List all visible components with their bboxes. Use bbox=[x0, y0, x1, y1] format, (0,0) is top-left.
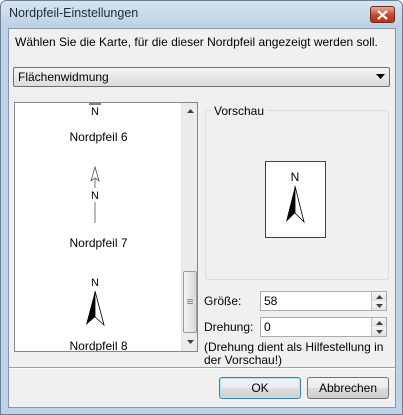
separator bbox=[9, 367, 395, 369]
rotation-value: 0 bbox=[264, 320, 271, 334]
rotation-increment-button[interactable] bbox=[371, 318, 386, 327]
north-arrow-6-icon: N bbox=[89, 103, 101, 118]
north-arrow-list-content: N Nordpfeil 6 N Nordpfeil 7 N Nordpfeil … bbox=[15, 103, 182, 351]
arrow-up-icon bbox=[375, 320, 383, 325]
size-spin-buttons bbox=[371, 292, 386, 310]
rotation-label: Drehung: bbox=[204, 320, 254, 334]
ok-button-label: OK bbox=[251, 381, 269, 395]
preview-legend: Vorschau bbox=[211, 104, 268, 118]
map-select-value: Flächenwidmung bbox=[18, 70, 109, 84]
size-spinbox[interactable]: 58 bbox=[260, 291, 387, 311]
size-label: Größe: bbox=[204, 294, 242, 308]
north-arrow-8-icon: N bbox=[86, 277, 105, 327]
rotation-hint: (Drehung dient als Hilfestellung in der … bbox=[204, 340, 384, 367]
cancel-button[interactable]: Abbrechen bbox=[307, 377, 389, 399]
size-decrement-button[interactable] bbox=[371, 301, 386, 310]
vertical-scrollbar[interactable] bbox=[181, 103, 197, 351]
size-increment-button[interactable] bbox=[371, 292, 386, 301]
arrow-down-icon bbox=[375, 329, 383, 334]
ok-button[interactable]: OK bbox=[219, 377, 301, 399]
dialog-body: Wählen Sie die Karte, für die dieser Nor… bbox=[8, 28, 396, 408]
preview-canvas: N bbox=[265, 161, 326, 238]
grip-line bbox=[187, 299, 193, 300]
svg-text:N: N bbox=[291, 170, 300, 184]
scroll-down-button[interactable] bbox=[182, 334, 197, 350]
north-arrow-list[interactable]: N Nordpfeil 6 N Nordpfeil 7 N Nordpfeil … bbox=[14, 102, 198, 352]
north-arrow-preview-icon: N bbox=[286, 170, 305, 224]
list-item-north-arrow-8[interactable]: N Nordpfeil 8 bbox=[15, 273, 182, 351]
arrow-up-icon bbox=[186, 109, 194, 113]
grip-line bbox=[187, 301, 193, 302]
cancel-button-label: Abbrechen bbox=[318, 381, 378, 395]
list-item-north-arrow-6[interactable]: N Nordpfeil 6 bbox=[15, 103, 182, 147]
instruction-text: Wählen Sie die Karte, für die dieser Nor… bbox=[15, 35, 378, 49]
title-bar[interactable]: Nordpfeil-Einstellungen bbox=[1, 1, 402, 27]
svg-text:N: N bbox=[91, 277, 99, 289]
scroll-thumb[interactable] bbox=[183, 271, 197, 333]
north-arrow-7-label: Nordpfeil 7 bbox=[69, 236, 128, 250]
north-arrow-6-label: Nordpfeil 6 bbox=[69, 130, 128, 144]
north-arrow-7-icon: N bbox=[90, 165, 100, 223]
dialog-window: Nordpfeil-Einstellungen Wählen Sie die K… bbox=[0, 0, 403, 415]
arrow-down-icon bbox=[186, 340, 194, 344]
rotation-spin-buttons bbox=[371, 318, 386, 336]
rotation-decrement-button[interactable] bbox=[371, 327, 386, 336]
window-title: Nordpfeil-Einstellungen bbox=[9, 6, 139, 20]
list-item-north-arrow-7[interactable]: N Nordpfeil 7 bbox=[15, 161, 182, 250]
arrow-up-icon bbox=[375, 294, 383, 299]
svg-text:N: N bbox=[91, 106, 99, 118]
svg-text:N: N bbox=[91, 190, 99, 202]
arrow-down-icon bbox=[375, 303, 383, 308]
size-value: 58 bbox=[264, 294, 278, 308]
close-button[interactable] bbox=[370, 6, 395, 23]
rotation-spinbox[interactable]: 0 bbox=[260, 317, 387, 337]
close-icon bbox=[377, 9, 388, 20]
scroll-up-button[interactable] bbox=[182, 103, 197, 119]
north-arrow-8-label: Nordpfeil 8 bbox=[69, 339, 128, 352]
chevron-down-icon bbox=[376, 74, 385, 79]
map-select-dropdown[interactable]: Flächenwidmung bbox=[13, 67, 390, 87]
grip-line bbox=[187, 303, 193, 304]
